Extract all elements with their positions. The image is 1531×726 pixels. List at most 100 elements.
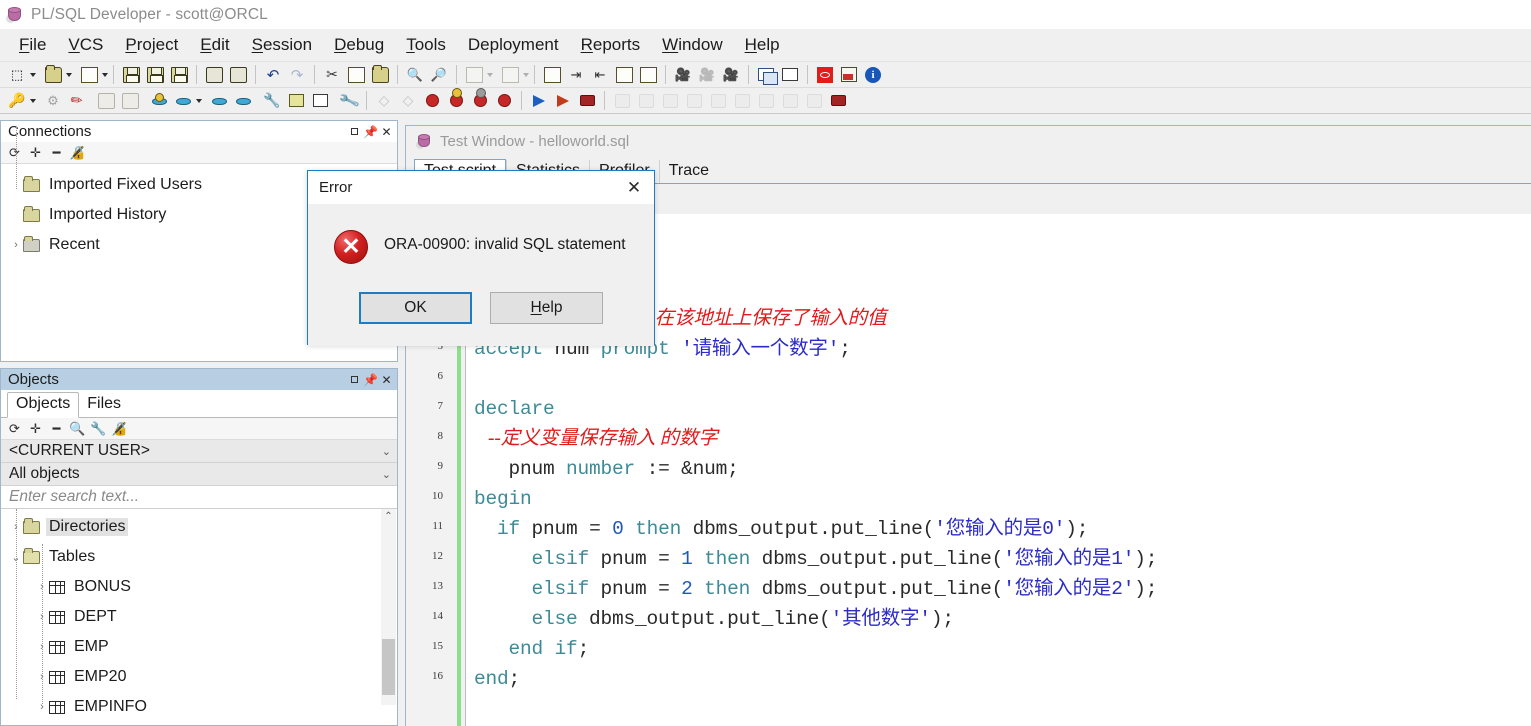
- outdent-icon[interactable]: ⇤: [589, 64, 611, 86]
- preferences-icon[interactable]: 🔧: [337, 90, 360, 112]
- new-test-window-icon[interactable]: [172, 90, 194, 112]
- next-dropdown-icon[interactable]: [523, 72, 529, 77]
- restore-icon[interactable]: [348, 373, 361, 387]
- check-syntax-icon[interactable]: [541, 64, 563, 86]
- debug-icon[interactable]: [552, 90, 574, 112]
- chevron-right-icon[interactable]: ›: [9, 239, 23, 251]
- find-icon[interactable]: 🔍: [69, 420, 86, 437]
- break-list-icon[interactable]: [493, 90, 515, 112]
- user-select[interactable]: <CURRENT USER> ⌄: [1, 440, 397, 463]
- tree-item-emp20[interactable]: › EMP20: [1, 662, 397, 692]
- tree-item-emp[interactable]: › EMP: [1, 632, 397, 662]
- add-break-icon[interactable]: [445, 90, 467, 112]
- print-page-icon[interactable]: [119, 90, 141, 112]
- indent-icon[interactable]: ⇥: [565, 64, 587, 86]
- run-to-cursor-icon[interactable]: [683, 90, 705, 112]
- pin-icon[interactable]: 📌: [363, 125, 378, 139]
- step-over-icon[interactable]: [635, 90, 657, 112]
- edit-filter-icon[interactable]: 🔏: [111, 420, 128, 437]
- export-pdf-icon[interactable]: [838, 64, 860, 86]
- redo-icon[interactable]: ↷: [286, 64, 308, 86]
- menu-session[interactable]: Session: [241, 32, 323, 58]
- uncomment-icon[interactable]: [637, 64, 659, 86]
- new-object-dropdown-icon[interactable]: [30, 72, 36, 77]
- cascade-windows-icon[interactable]: [755, 64, 778, 86]
- close-icon[interactable]: ✕: [380, 125, 393, 139]
- paste-icon[interactable]: [369, 64, 391, 86]
- find-icon[interactable]: 🔍: [404, 64, 426, 86]
- comment-icon[interactable]: [613, 64, 635, 86]
- compile-icon[interactable]: 🔧: [261, 90, 283, 112]
- menu-edit[interactable]: Edit: [189, 32, 240, 58]
- tree-item-dept[interactable]: › DEPT: [1, 602, 397, 632]
- tab-trace[interactable]: Trace: [658, 160, 718, 183]
- print-icon[interactable]: [203, 64, 225, 86]
- toggle-break-icon[interactable]: [469, 90, 491, 112]
- settings-icon[interactable]: ⚙: [42, 90, 64, 112]
- edit-data-icon[interactable]: ✎: [66, 90, 88, 112]
- refresh-icon[interactable]: ⟳: [6, 420, 23, 437]
- filter-icon[interactable]: 🔧: [90, 420, 107, 437]
- menu-window[interactable]: Window: [651, 32, 733, 58]
- open-file-icon[interactable]: [42, 64, 64, 86]
- objects-tree-scrollbar[interactable]: ⌃: [381, 509, 396, 705]
- call-stack-icon[interactable]: [803, 90, 825, 112]
- menu-help[interactable]: Help: [734, 32, 791, 58]
- tab-objects[interactable]: Objects: [7, 392, 80, 418]
- object-filter-select[interactable]: All objects ⌄: [1, 463, 397, 486]
- run-icon[interactable]: [528, 90, 550, 112]
- stop-icon[interactable]: [814, 64, 836, 86]
- ok-button[interactable]: OK: [359, 292, 472, 324]
- debug-options-icon[interactable]: [827, 90, 849, 112]
- tree-item-tables[interactable]: ⌄ Tables: [1, 542, 397, 572]
- set-next-icon[interactable]: [707, 90, 729, 112]
- eraser-icon[interactable]: ◇: [373, 90, 395, 112]
- undo-icon[interactable]: ↶: [262, 64, 284, 86]
- scrollbar-thumb[interactable]: [382, 639, 395, 695]
- tree-item-directories[interactable]: › Directories: [1, 512, 397, 542]
- clear-all-breaks-icon[interactable]: ◇: [397, 90, 419, 112]
- show-exec-icon[interactable]: [731, 90, 753, 112]
- session-browser-icon[interactable]: [309, 90, 331, 112]
- remove-icon[interactable]: ━: [48, 144, 65, 161]
- explain-plan-icon[interactable]: 🔑: [6, 90, 28, 112]
- find-next-icon[interactable]: 🔎: [428, 64, 450, 86]
- new-sql-window-icon[interactable]: [148, 90, 170, 112]
- edit-connection-icon[interactable]: 🔏: [69, 144, 86, 161]
- locals-icon[interactable]: [779, 90, 801, 112]
- new-window-dropdown-icon[interactable]: [196, 98, 202, 103]
- watch-icon[interactable]: [755, 90, 777, 112]
- close-icon[interactable]: ✕: [380, 373, 393, 387]
- tile-windows-icon[interactable]: [779, 64, 801, 86]
- tree-item-bonus[interactable]: › BONUS: [1, 572, 397, 602]
- about-icon[interactable]: i: [862, 64, 884, 86]
- next-icon[interactable]: [499, 64, 521, 86]
- test-icon[interactable]: [285, 90, 307, 112]
- print-setup-icon[interactable]: [227, 64, 249, 86]
- save-all-icon[interactable]: [168, 64, 190, 86]
- help-button[interactable]: Help: [490, 292, 603, 324]
- menu-file[interactable]: File: [8, 32, 57, 58]
- open-report-dropdown-icon[interactable]: [102, 72, 108, 77]
- previous-dropdown-icon[interactable]: [487, 72, 493, 77]
- restore-icon[interactable]: [348, 125, 361, 139]
- print-preview-icon[interactable]: [95, 90, 117, 112]
- new-object-icon[interactable]: ⬚: [6, 64, 28, 86]
- step-into-icon[interactable]: [611, 90, 633, 112]
- pause-macro-icon[interactable]: 🎥: [696, 64, 718, 86]
- stop-debug-icon[interactable]: [576, 90, 598, 112]
- refresh-icon[interactable]: ⟳: [6, 144, 23, 161]
- tree-item-empinfo[interactable]: › EMPINFO: [1, 692, 397, 722]
- collapse-icon[interactable]: ━: [48, 420, 65, 437]
- close-icon[interactable]: ✕: [614, 172, 654, 204]
- rollback-icon[interactable]: [232, 90, 254, 112]
- previous-icon[interactable]: [463, 64, 485, 86]
- menu-reports[interactable]: Reports: [570, 32, 652, 58]
- menu-vcs[interactable]: VCS: [57, 32, 114, 58]
- add-icon[interactable]: ✛: [27, 144, 44, 161]
- copy-icon[interactable]: [345, 64, 367, 86]
- commit-icon[interactable]: [208, 90, 230, 112]
- chevron-down-icon[interactable]: ⌄: [382, 445, 391, 458]
- save-icon[interactable]: [120, 64, 142, 86]
- search-input[interactable]: Enter search text...: [1, 486, 397, 509]
